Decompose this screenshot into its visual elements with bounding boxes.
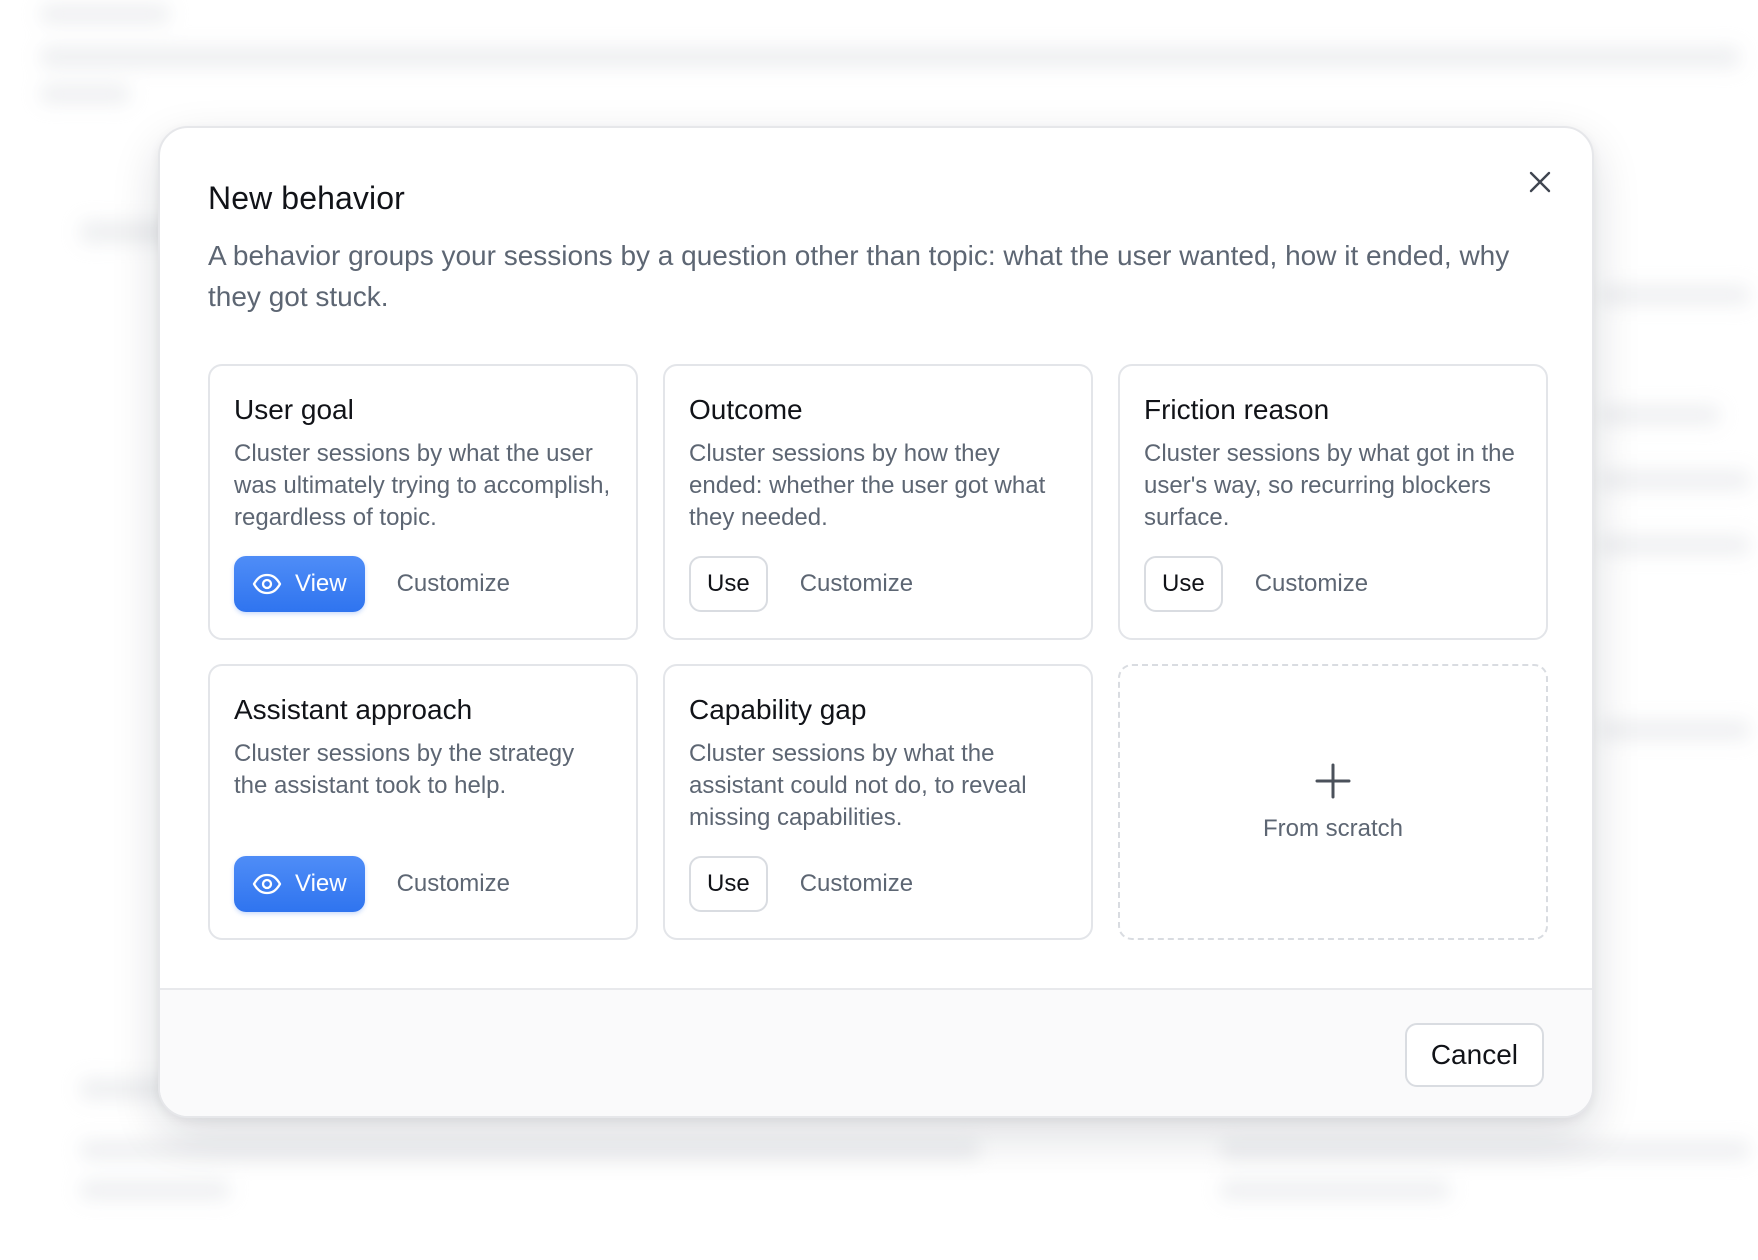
close-button[interactable] [1522,164,1558,200]
card-actions: View Customize [234,556,510,612]
card-actions: View Customize [234,856,510,912]
view-button[interactable]: View [234,556,365,612]
behavior-template-grid: User goal Cluster sessions by what the u… [208,364,1548,940]
card-actions: Use Customize [689,856,913,912]
template-card-user-goal: User goal Cluster sessions by what the u… [208,364,638,640]
card-title: Capability gap [689,694,867,725]
card-actions: Use Customize [689,556,913,612]
card-title: User goal [234,394,354,425]
customize-button[interactable]: Customize [397,570,510,598]
cancel-button[interactable]: Cancel [1404,1023,1544,1087]
view-button-label: View [295,570,347,597]
view-button[interactable]: View [234,856,365,912]
template-card-outcome: Outcome Cluster sessions by how they end… [663,364,1093,640]
card-description: Cluster sessions by what the assistant c… [689,740,1027,831]
card-description: Cluster sessions by what the user was ul… [234,440,611,531]
eye-icon [252,573,282,595]
card-title: Friction reason [1144,394,1330,425]
customize-button[interactable]: Customize [800,570,913,598]
from-scratch-card[interactable]: From scratch [1118,664,1548,940]
plus-icon [1315,761,1351,801]
template-card-friction-reason: Friction reason Cluster sessions by what… [1118,364,1548,640]
from-scratch-label: From scratch [1262,815,1403,842]
card-title: Assistant approach [234,694,473,725]
template-card-capability-gap: Capability gap Cluster sessions by what … [663,664,1093,940]
customize-button[interactable]: Customize [800,870,913,898]
use-button[interactable]: Use [1144,556,1223,612]
card-title: Outcome [689,394,803,425]
card-description: Cluster sessions by what got in the user… [1144,440,1515,531]
use-button[interactable]: Use [689,556,768,612]
dialog-subtitle: A behavior groups your sessions by a que… [208,240,1510,312]
card-description: Cluster sessions by how they ended: whet… [689,440,1046,531]
dialog-title: New behavior [208,180,405,216]
card-description: Cluster sessions by the strategy the ass… [234,740,575,799]
new-behavior-dialog: New behavior A behavior groups your sess… [158,126,1594,1118]
customize-button[interactable]: Customize [1255,570,1368,598]
view-button-label: View [295,870,347,897]
close-icon [1529,171,1551,193]
card-actions: Use Customize [1144,556,1368,612]
dialog-footer: Cancel [160,988,1592,1116]
use-button[interactable]: Use [689,856,768,912]
template-card-assistant-approach: Assistant approach Cluster sessions by t… [208,664,638,940]
customize-button[interactable]: Customize [397,870,510,898]
eye-icon [252,873,282,895]
